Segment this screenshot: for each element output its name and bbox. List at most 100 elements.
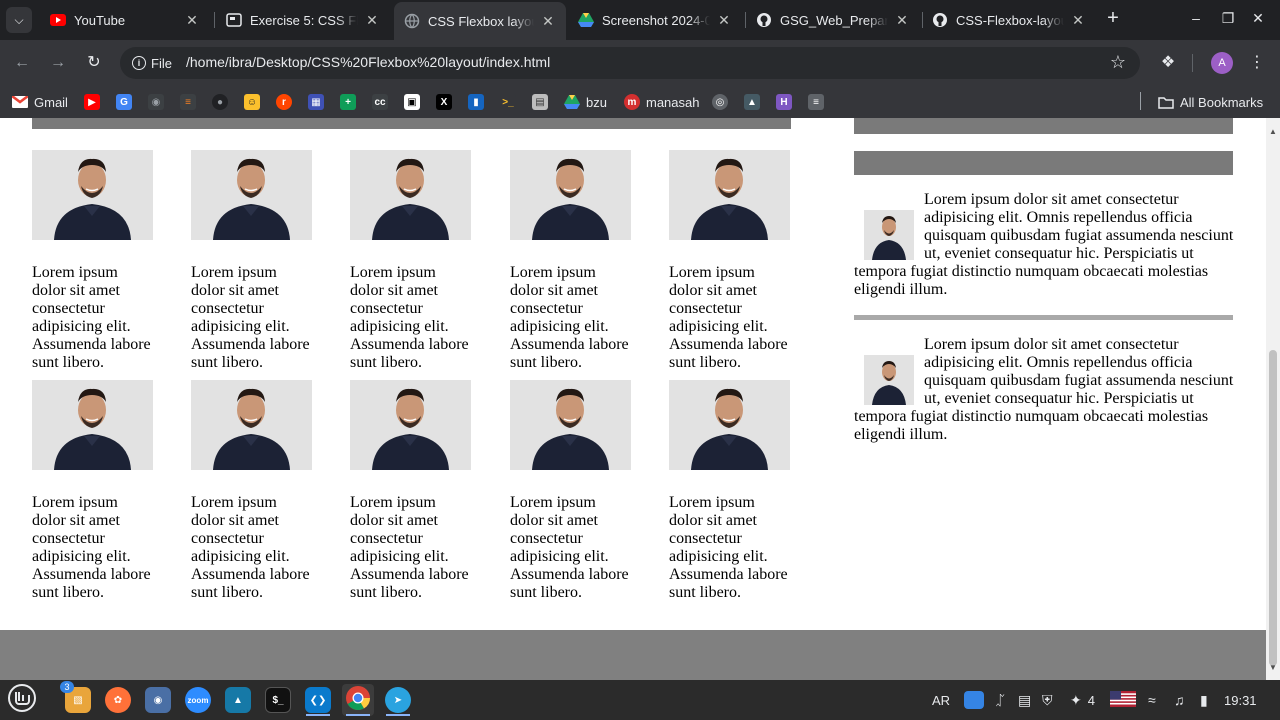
all-bookmarks-button[interactable]: All Bookmarks (1158, 92, 1263, 112)
close-icon[interactable]: ✕ (540, 13, 556, 30)
firefox-app[interactable]: ✿ (102, 684, 134, 716)
reload-button[interactable]: ↻ (83, 52, 105, 74)
scrollbar-thumb[interactable] (1269, 350, 1277, 666)
tab-title: Exercise 5: CSS Flex (250, 12, 358, 28)
bookmark-reddit[interactable]: r (276, 92, 292, 112)
telegram-app[interactable]: ➤ (382, 684, 414, 716)
tab-exercise[interactable]: Exercise 5: CSS Flex ✕ (216, 4, 390, 36)
keyboard-layout-label: AR (932, 692, 951, 708)
card-text: Lorem ipsum dolor sit amet consectetur a… (350, 494, 469, 601)
telegram-icon: ➤ (385, 687, 411, 713)
close-icon[interactable]: ✕ (184, 12, 200, 29)
tab-css-flexbox[interactable]: CSS Flexbox layout ✕ (394, 2, 566, 40)
bookmark-youtube[interactable]: ▶ (84, 92, 100, 112)
sound-tray[interactable]: ♫ (1174, 690, 1185, 710)
tab-gsg-web[interactable]: GSG_Web_Prepar ✕ (746, 4, 920, 36)
bookmark-sheets[interactable]: + (340, 92, 356, 112)
back-button[interactable]: ← (11, 52, 33, 74)
bookmark-translate[interactable]: G (116, 92, 132, 112)
shield-tray[interactable]: ⛨ (1042, 690, 1053, 710)
zoom-app[interactable]: zoom (182, 684, 214, 716)
page-viewport[interactable]: Lorem ipsum dolor sit amet consectetur a… (0, 118, 1280, 680)
clock[interactable]: 19:31 (1224, 690, 1257, 710)
bookmark-terminal[interactable]: >_ (500, 92, 516, 112)
tab-css-flexbox-github[interactable]: CSS-Flexbox-layou ✕ (922, 4, 1096, 36)
new-tab-button[interactable]: + (1102, 8, 1124, 30)
h-icon: H (776, 94, 792, 110)
bookmark-incognito[interactable]: ◉ (148, 92, 164, 112)
bookmark-emoji[interactable]: ☺ (244, 92, 260, 112)
profile-avatar[interactable]: A (1211, 52, 1233, 74)
clipboard-tray[interactable]: ▤ (1018, 690, 1031, 710)
rocket-icon: ✦ (1070, 691, 1082, 708)
tab-youtube[interactable]: YouTube ✕ (40, 4, 210, 36)
arrow-left-icon: ← (14, 54, 30, 71)
vertical-scrollbar[interactable]: ▲ ▼ (1266, 118, 1280, 680)
bookmark-gmail[interactable]: Gmail (12, 92, 68, 112)
restore-button[interactable]: ❐ (1218, 10, 1238, 27)
person-photo (669, 150, 790, 240)
avatar-letter: A (1218, 57, 1226, 69)
bluetooth-tray[interactable]: ᛢ (996, 690, 1004, 710)
bookmark-imdb[interactable]: ▣ (404, 92, 420, 112)
address-bar[interactable]: i File /home/ibra/Desktop/CSS%20Flexbox%… (120, 47, 1140, 79)
tray-app[interactable] (964, 690, 984, 710)
bookmark-star-icon[interactable]: ☆ (1110, 52, 1126, 73)
globe-icon: ◎ (712, 94, 728, 110)
tab-title: YouTube (74, 12, 126, 28)
site-info-chip[interactable]: i File (128, 52, 180, 74)
extensions-button[interactable]: ❖ (1157, 52, 1179, 74)
chrome-app[interactable] (342, 684, 374, 716)
card-text: Lorem ipsum dolor sit amet consectetur a… (350, 264, 469, 371)
bookmark-chart[interactable]: ▮ (468, 92, 484, 112)
bookmark-globe[interactable]: ◎ (712, 92, 728, 112)
bookmark-stackoverflow[interactable]: ≡ (180, 92, 196, 112)
bookmark-calendar[interactable]: ▦ (308, 92, 324, 112)
bookmark-list[interactable]: ≡ (808, 92, 824, 112)
wireshark-app[interactable]: ▲ (222, 684, 254, 716)
page-footer (0, 630, 1266, 680)
tab-title: CSS-Flexbox-layou (956, 12, 1064, 28)
notifications-tray[interactable]: ✦ 4 (1070, 690, 1095, 710)
scroll-up-icon[interactable]: ▲ (1269, 123, 1277, 141)
menu-button[interactable]: ⋮ (1246, 52, 1268, 74)
bookmark-manasah[interactable]: m manasah (624, 92, 699, 112)
scroll-down-icon[interactable]: ▼ (1269, 659, 1277, 677)
bookmark-cube[interactable]: ▲ (744, 92, 760, 112)
emoji-icon: ☺ (244, 94, 260, 110)
flag-tray[interactable] (1110, 690, 1136, 710)
tab-search-button[interactable]: ⌵ (6, 7, 32, 33)
sidebar-item: Lorem ipsum dolor sit amet consectetur a… (854, 191, 1234, 299)
wifi-icon: ≈ (1148, 692, 1156, 708)
keyboard-layout[interactable]: AR (932, 690, 950, 710)
power-tray[interactable]: ▮ (1200, 690, 1208, 710)
close-icon[interactable]: ✕ (364, 12, 380, 29)
terminal-app[interactable]: $_ (262, 684, 294, 716)
window-close-button[interactable]: ✕ (1248, 10, 1268, 27)
bookmark-bzu[interactable]: bzu (564, 92, 607, 112)
camera-icon: ◉ (145, 687, 171, 713)
minimize-button[interactable]: – (1186, 10, 1206, 26)
person-photo (32, 150, 153, 240)
stackoverflow-icon: ≡ (180, 94, 196, 110)
sidebar-title-bar (854, 151, 1233, 175)
bookmark-h[interactable]: H (776, 92, 792, 112)
close-icon[interactable]: ✕ (894, 12, 910, 29)
wifi-tray[interactable]: ≈ (1148, 690, 1156, 710)
zoom-icon: zoom (185, 687, 211, 713)
bookmark-x[interactable]: X (436, 92, 452, 112)
close-icon[interactable]: ✕ (1070, 12, 1086, 29)
tab-screenshot[interactable]: Screenshot 2024-0 ✕ (568, 4, 742, 36)
screenshot-app[interactable]: ◉ (142, 684, 174, 716)
url-text[interactable]: /home/ibra/Desktop/CSS%20Flexbox%20layou… (186, 54, 550, 70)
mint-menu-button[interactable] (6, 683, 38, 716)
app-indicator-icon (964, 691, 984, 709)
vscode-app[interactable]: ❮❯ (302, 684, 334, 716)
forward-button[interactable]: → (47, 52, 69, 74)
close-icon[interactable]: ✕ (716, 12, 732, 29)
bookmark-github[interactable]: ● (212, 92, 228, 112)
bookmark-cc[interactable]: cc (372, 92, 388, 112)
files-badge: 3 (60, 681, 74, 693)
bookmark-docs[interactable]: ▤ (532, 92, 548, 112)
us-flag-icon (1110, 690, 1136, 710)
